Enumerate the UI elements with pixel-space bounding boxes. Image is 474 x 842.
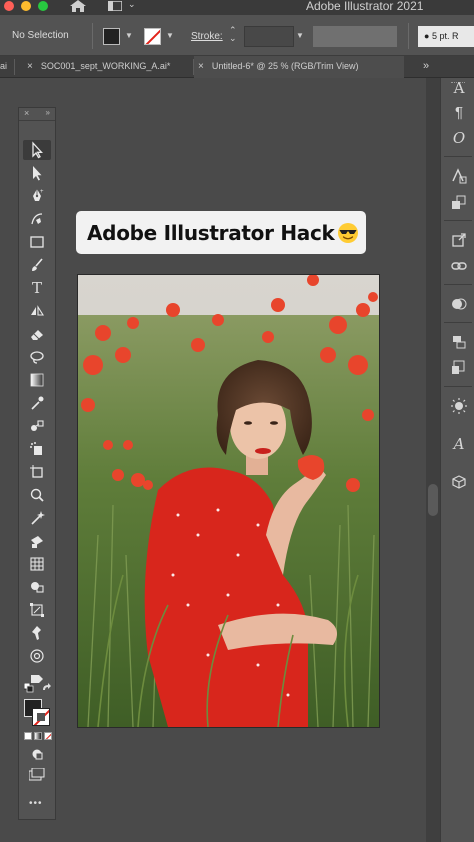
home-icon[interactable] xyxy=(70,0,86,12)
width-tool-icon[interactable] xyxy=(23,646,51,666)
tools-panel-header[interactable]: × » xyxy=(19,108,55,121)
selection-status: No Selection xyxy=(12,30,69,41)
none-mode-icon[interactable] xyxy=(44,732,52,740)
draw-mode-icon[interactable] xyxy=(31,748,43,760)
paragraph-icon[interactable]: ¶ xyxy=(449,102,469,122)
divider xyxy=(444,284,472,285)
chevron-down-icon[interactable]: ▼ xyxy=(166,31,174,40)
brush-definition-field[interactable]: ● 5 pt. R xyxy=(418,26,474,47)
glyphs-icon[interactable]: A xyxy=(449,434,469,454)
minimize-window-button[interactable] xyxy=(21,1,31,11)
stroke-stepper[interactable]: ⌃ ⌄ xyxy=(229,26,237,43)
tools-panel: × » + T ••• xyxy=(18,107,56,820)
stroke-weight-field[interactable] xyxy=(244,26,294,47)
magic-wand-tool-icon[interactable] xyxy=(23,508,51,528)
color-mode-icon[interactable] xyxy=(24,732,32,740)
mesh-tool-icon[interactable] xyxy=(23,554,51,574)
sunglasses-emoji-icon xyxy=(337,222,358,243)
eyedropper-tool-icon[interactable] xyxy=(23,393,51,413)
default-colors-icon[interactable] xyxy=(24,683,34,693)
free-transform-tool-icon[interactable] xyxy=(23,600,51,620)
pen-tool-icon[interactable]: + xyxy=(23,186,51,206)
transform-icon[interactable] xyxy=(449,230,469,250)
stroke-color-swatch[interactable] xyxy=(144,28,161,45)
shape-builder-tool-icon[interactable] xyxy=(23,577,51,597)
right-panel-dock: A ¶ O A xyxy=(440,78,474,842)
gradient-mode-icon[interactable] xyxy=(34,732,42,740)
gradient-tool-icon[interactable] xyxy=(23,370,51,390)
banner-text: Adobe Illustrator Hack xyxy=(87,220,335,245)
vertical-scrollbar[interactable] xyxy=(426,78,440,842)
zoom-tool-icon[interactable] xyxy=(23,485,51,505)
blend-tool-icon[interactable] xyxy=(23,416,51,436)
document-tab-active[interactable]: × Untitled-6* @ 25 % (RGB/Trim View) xyxy=(194,56,404,78)
stroke-label[interactable]: Stroke: xyxy=(191,31,223,42)
stroke-swatch[interactable] xyxy=(32,708,50,726)
links-icon[interactable] xyxy=(449,256,469,276)
tab-label: Untitled-6* @ 25 % (RGB/Trim View) xyxy=(211,61,359,71)
chevron-down-icon[interactable]: ▼ xyxy=(125,31,133,40)
character-icon[interactable]: A xyxy=(449,78,469,98)
graphic-styles-icon[interactable] xyxy=(449,192,469,212)
paintbrush-tool-icon[interactable] xyxy=(23,255,51,275)
divider xyxy=(444,386,472,387)
close-panel-icon[interactable]: × xyxy=(24,108,29,118)
workspace-layout-icon[interactable] xyxy=(108,1,122,11)
eraser-tool-icon[interactable] xyxy=(23,324,51,344)
swap-colors-icon[interactable] xyxy=(42,683,52,693)
selection-tool-icon[interactable] xyxy=(23,140,51,160)
live-paint-tool-icon[interactable] xyxy=(23,531,51,551)
scrollbar-thumb[interactable] xyxy=(428,484,438,516)
rectangle-tool-icon[interactable] xyxy=(23,232,51,252)
edit-toolbar-icon[interactable]: ••• xyxy=(29,798,43,809)
variable-width-profile[interactable] xyxy=(313,26,397,47)
fill-color-swatch[interactable] xyxy=(103,28,120,45)
divider xyxy=(444,220,472,221)
lasso-tool-icon[interactable] xyxy=(23,347,51,367)
divider xyxy=(408,23,409,49)
chevron-down-icon[interactable]: ▼ xyxy=(296,31,304,40)
opentype-icon[interactable]: O xyxy=(449,128,469,148)
close-tab-icon[interactable]: × xyxy=(198,61,204,72)
divider xyxy=(444,156,472,157)
align-icon[interactable] xyxy=(449,332,469,352)
document-tab[interactable]: ai xyxy=(0,56,14,78)
tab-overflow-icon[interactable]: » xyxy=(423,60,429,72)
reflect-tool-icon[interactable] xyxy=(23,301,51,321)
zoom-window-button[interactable] xyxy=(38,1,48,11)
document-tab[interactable]: × SOC001_sept_WORKING_A.ai* xyxy=(15,56,193,78)
screen-mode-icon[interactable] xyxy=(29,768,45,782)
symbol-sprayer-tool-icon[interactable] xyxy=(23,439,51,459)
puppet-warp-tool-icon[interactable] xyxy=(23,623,51,643)
artboard-tool-icon[interactable] xyxy=(23,462,51,482)
collapse-panel-icon[interactable]: » xyxy=(46,108,50,117)
artboards-icon[interactable] xyxy=(449,358,469,378)
direct-selection-tool-icon[interactable] xyxy=(23,163,51,183)
close-window-button[interactable] xyxy=(4,1,14,11)
tab-label: SOC001_sept_WORKING_A.ai* xyxy=(40,61,171,71)
close-tab-icon[interactable]: × xyxy=(27,61,33,72)
photo-artboard[interactable] xyxy=(77,274,380,728)
appearance-icon[interactable] xyxy=(449,166,469,186)
type-tool-icon[interactable]: T xyxy=(23,278,51,298)
color-guide-icon[interactable] xyxy=(449,396,469,416)
curvature-tool-icon[interactable] xyxy=(23,209,51,229)
divider xyxy=(444,322,472,323)
hack-banner: Adobe Illustrator Hack xyxy=(76,211,366,254)
brush-value: 5 pt. R xyxy=(431,31,459,41)
document-tab-bar: ai × SOC001_sept_WORKING_A.ai* × Untitled-… xyxy=(0,56,474,78)
tab-label: ai xyxy=(0,61,8,71)
3d-icon[interactable] xyxy=(449,472,469,492)
pathfinder-icon[interactable] xyxy=(449,294,469,314)
title-bar: ⌄ Adobe Illustrator 2021 xyxy=(0,0,474,15)
app-title: Adobe Illustrator 2021 xyxy=(306,0,424,13)
svg-text:+: + xyxy=(40,189,44,195)
color-mode-buttons xyxy=(24,732,52,740)
poppy-field-photo xyxy=(78,275,379,727)
chevron-down-icon[interactable]: ⌄ xyxy=(128,0,136,10)
control-bar: No Selection ▼ ▼ Stroke: ⌃ ⌄ ▼ ● 5 pt. R xyxy=(0,15,474,56)
divider xyxy=(92,23,93,49)
